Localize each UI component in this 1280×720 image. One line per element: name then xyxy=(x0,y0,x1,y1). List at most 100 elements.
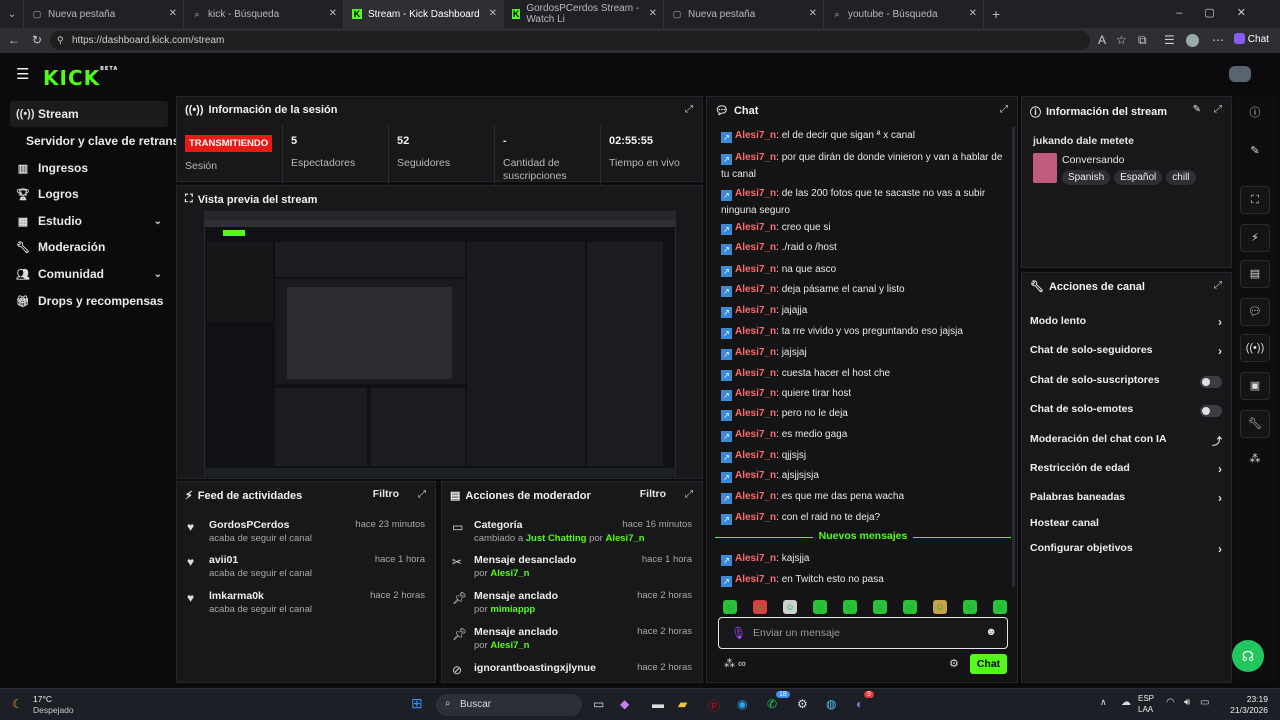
list-icon[interactable]: ▤ xyxy=(1240,260,1270,288)
microphone-icon[interactable]: 🎙︎ xyxy=(731,626,746,640)
emote-icon[interactable]: ☺ xyxy=(903,600,917,614)
chat-username[interactable]: Alesi7_n xyxy=(735,326,776,337)
chat-scrollbar[interactable] xyxy=(1012,127,1015,587)
steam-icon[interactable]: ⚙ xyxy=(797,697,808,711)
chat-username[interactable]: Alesi7_n xyxy=(735,491,776,502)
tag[interactable]: Spanish xyxy=(1062,170,1111,185)
wifi-icon[interactable]: ◠ xyxy=(1166,697,1175,708)
chat-username[interactable]: Alesi7_n xyxy=(735,152,776,163)
emote-icon[interactable]: ☺ xyxy=(813,600,827,614)
app-icon[interactable]: ◍ xyxy=(826,697,836,711)
emote-icon[interactable]: ☺ xyxy=(873,600,887,614)
folder-icon[interactable]: ▰ xyxy=(678,697,687,711)
send-chat-button[interactable]: Chat xyxy=(970,654,1007,674)
chat-username[interactable]: Alesi7_n xyxy=(735,429,776,440)
sidebar-item-stream-key[interactable]: Servidor y clave de retransm xyxy=(26,128,176,154)
close-icon[interactable]: ✕ xyxy=(169,8,177,19)
reload-icon[interactable]: ↻ xyxy=(32,33,42,47)
sidebar-item-ingresos[interactable]: ▥ Ingresos xyxy=(10,155,168,181)
sidebar-item-stream[interactable]: ((•)) Stream xyxy=(10,101,168,127)
emote-icon[interactable]: ☺ xyxy=(783,600,797,614)
sidebar-item-logros[interactable]: 🏆︎ Logros xyxy=(10,181,168,207)
close-icon[interactable]: ✕ xyxy=(809,8,817,19)
info-icon[interactable]: ⓘ xyxy=(1240,100,1270,128)
chat-username[interactable]: Alesi7_n xyxy=(735,470,776,481)
edit-icon[interactable]: ✎ xyxy=(1193,104,1201,115)
followers-only-row[interactable]: Chat de solo-seguidores › xyxy=(1030,344,1222,364)
pinterest-icon[interactable]: ⓟ xyxy=(708,697,720,714)
extensions-icon[interactable]: ⧉ xyxy=(1138,33,1147,48)
read-aloud-icon[interactable]: A xyxy=(1098,33,1106,47)
filter-button[interactable]: Filtro xyxy=(373,488,399,500)
chat-bubble-icon[interactable]: 💬︎ xyxy=(1240,298,1270,326)
back-icon[interactable]: ← xyxy=(8,33,20,47)
tag[interactable]: Español xyxy=(1114,170,1163,185)
tab-actions-button[interactable]: ⌄ xyxy=(0,0,24,28)
emote-icon[interactable]: ☺ xyxy=(723,600,737,614)
window-controls[interactable]: –▢✕ xyxy=(1176,6,1268,19)
emote-icon[interactable]: ☺ xyxy=(843,600,857,614)
ai-moderation-row[interactable]: Moderación del chat con IA ⤴ xyxy=(1030,433,1222,453)
support-button[interactable]: ☊ xyxy=(1232,640,1264,672)
clock-date[interactable]: 21/3/2026 xyxy=(1218,705,1268,715)
chat-input[interactable]: 🎙︎ Enviar un mensaje ☻ xyxy=(718,617,1008,649)
sidebar-item-comunidad[interactable]: 👥︎ Comunidad ⌄ xyxy=(10,261,168,287)
browser-tab[interactable]: ⌕ youtube - Búsqueda ✕ xyxy=(824,0,984,28)
preview-icon[interactable]: ⛶ xyxy=(1240,186,1270,214)
chat-username[interactable]: Alesi7_n xyxy=(735,408,776,419)
age-restriction-row[interactable]: Restricción de edad › xyxy=(1030,462,1222,482)
site-info-icon[interactable]: ⚲ xyxy=(57,31,64,50)
banned-words-row[interactable]: Palabras baneadas › xyxy=(1030,491,1222,511)
chat-username[interactable]: Alesi7_n xyxy=(735,553,776,564)
emote-icon[interactable]: ☺ xyxy=(993,600,1007,614)
expand-icon[interactable]: ⤢ xyxy=(685,104,693,115)
configure-goals-row[interactable]: Configurar objetivos › xyxy=(1030,542,1222,562)
weather-temp[interactable]: 17°C xyxy=(33,694,52,704)
wrench-icon[interactable]: 🔧︎ xyxy=(1240,410,1270,438)
url-field[interactable]: ⚲ https://dashboard.kick.com/stream xyxy=(50,31,1090,50)
task-view-icon[interactable]: ▭ xyxy=(593,697,604,711)
favorite-icon[interactable]: ☆ xyxy=(1116,33,1127,47)
browser-tab[interactable]: ⌕ kick - Búsqueda ✕ xyxy=(184,0,344,28)
chat-username[interactable]: Alesi7_n xyxy=(735,242,776,253)
edit-icon[interactable]: ✎ xyxy=(1240,138,1270,166)
chat-username[interactable]: Alesi7_n xyxy=(735,368,776,379)
chat-username[interactable]: Alesi7_n xyxy=(735,188,776,199)
chat-username[interactable]: Alesi7_n xyxy=(735,450,776,461)
emote-icon[interactable]: ☺ xyxy=(933,600,947,614)
emote-icon[interactable]: ☺ xyxy=(753,600,767,614)
category-name[interactable]: Conversando xyxy=(1062,154,1124,166)
new-tab-button[interactable]: + xyxy=(984,0,1008,28)
cloud-icon[interactable]: ☁ xyxy=(1121,697,1131,708)
close-icon[interactable]: ✕ xyxy=(489,8,497,19)
category-thumbnail[interactable] xyxy=(1033,153,1057,183)
filter-button[interactable]: Filtro xyxy=(640,488,666,500)
chat-username[interactable]: Alesi7_n xyxy=(735,512,776,523)
apps-icon[interactable]: ⁂ xyxy=(1240,446,1270,474)
edge-icon[interactable]: ◉ xyxy=(737,697,747,711)
layout-icon[interactable]: ▣ xyxy=(1240,372,1270,400)
windows-start-icon[interactable]: ⊞ xyxy=(411,695,423,712)
battery-icon[interactable]: ▭ xyxy=(1200,697,1209,708)
tag[interactable]: chill xyxy=(1166,170,1196,185)
clock-time[interactable]: 23:19 xyxy=(1226,694,1268,704)
browser-tab[interactable]: ▢ Nueva pestaña ✕ xyxy=(664,0,824,28)
sidebar-item-moderacion[interactable]: 🔧︎ Moderación xyxy=(10,234,168,260)
favorites-list-icon[interactable]: ☰ xyxy=(1164,33,1175,47)
app-icon[interactable]: ◆ xyxy=(620,697,629,711)
more-icon[interactable]: ⋯ xyxy=(1212,33,1224,47)
emote-icon[interactable]: ☺ xyxy=(963,600,977,614)
terminal-icon[interactable]: ▬ xyxy=(652,697,664,711)
expand-icon[interactable]: ⤢ xyxy=(1214,104,1222,115)
menu-icon[interactable]: ☰ xyxy=(16,65,29,83)
chat-username[interactable]: Alesi7_n xyxy=(735,130,776,141)
slow-mode-row[interactable]: Modo lento › xyxy=(1030,315,1222,335)
close-icon[interactable]: ✕ xyxy=(649,8,657,19)
browser-tab-active[interactable]: K Stream - Kick Dashboard ✕ xyxy=(344,0,504,28)
copilot-button[interactable]: Chat xyxy=(1234,33,1269,45)
close-icon[interactable]: ✕ xyxy=(329,8,337,19)
language-indicator-sub[interactable]: LAA xyxy=(1138,705,1153,714)
lightning-icon[interactable]: ⚡︎ xyxy=(1240,224,1270,252)
expand-icon[interactable]: ⤢ xyxy=(1000,104,1008,115)
sidebar-item-estudio[interactable]: ▦ Estudio ⌄ xyxy=(10,208,168,234)
